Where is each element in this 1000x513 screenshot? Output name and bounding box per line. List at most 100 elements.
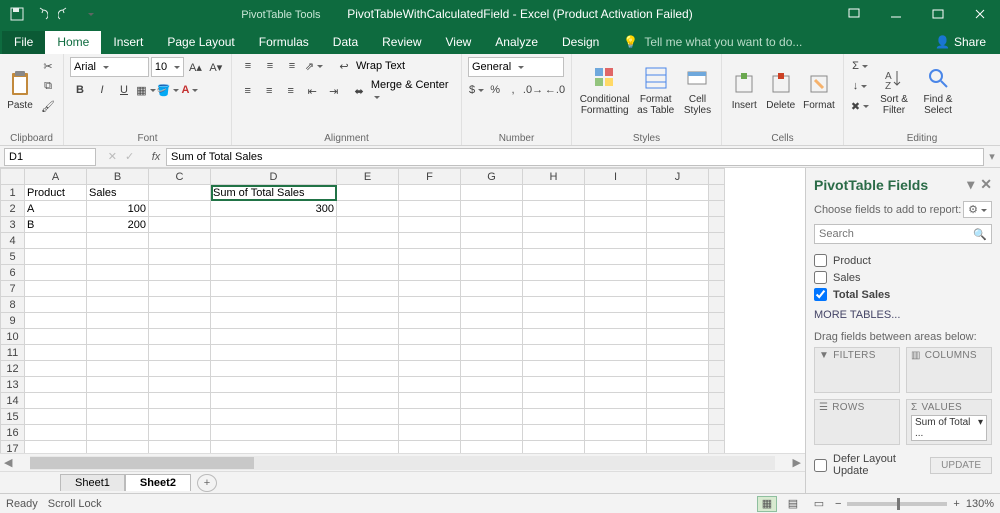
cell-B16[interactable] [87,425,149,441]
cell-D15[interactable] [211,409,337,425]
row-header-10[interactable]: 10 [1,329,25,345]
cell-E16[interactable] [337,425,399,441]
select-all-cell[interactable] [1,169,25,185]
cell-F9[interactable] [399,313,461,329]
cell-A3[interactable]: B [25,217,87,233]
cut-icon[interactable]: ✂ [38,57,58,75]
column-header-F[interactable]: F [399,169,461,185]
cell-G6[interactable] [461,265,523,281]
cell-B6[interactable] [87,265,149,281]
save-icon[interactable] [6,3,28,25]
cell-H5[interactable] [523,249,585,265]
cell-F5[interactable] [399,249,461,265]
cell-E10[interactable] [337,329,399,345]
cell-E6[interactable] [337,265,399,281]
fill-icon[interactable]: ↓ [850,77,870,95]
increase-decimal-icon[interactable]: .0→ [523,81,543,99]
formula-input[interactable]: Sum of Total Sales [166,148,984,166]
cell-H3[interactable] [523,217,585,233]
row-header-11[interactable]: 11 [1,345,25,361]
cell-G2[interactable] [461,201,523,217]
cell-E5[interactable] [337,249,399,265]
cell-J9[interactable] [647,313,709,329]
cell-G1[interactable] [461,185,523,201]
cell-F2[interactable] [399,201,461,217]
cell-C5[interactable] [149,249,211,265]
cell-B4[interactable] [87,233,149,249]
cell-F11[interactable] [399,345,461,361]
cell-A13[interactable] [25,377,87,393]
cell-D12[interactable] [211,361,337,377]
tools-gear-icon[interactable]: ⚙ [963,201,992,218]
delete-cells-button[interactable]: Delete [764,57,796,123]
cell-I16[interactable] [585,425,647,441]
close-icon[interactable] [960,0,1000,28]
cell-I15[interactable] [585,409,647,425]
cell-B14[interactable] [87,393,149,409]
tab-analyze[interactable]: Analyze [483,31,550,54]
merge-center-button[interactable]: Merge & Center [371,79,455,103]
share-button[interactable]: 👤 Share [923,31,1000,54]
cell-A8[interactable] [25,297,87,313]
font-color-icon[interactable]: A [180,81,200,99]
tab-insert[interactable]: Insert [101,31,155,54]
zoom-slider[interactable] [847,502,947,506]
redo-icon[interactable] [54,3,76,25]
increase-indent-icon[interactable]: ⇥ [324,82,343,100]
cell-J13[interactable] [647,377,709,393]
cell-E4[interactable] [337,233,399,249]
columns-area[interactable]: ▥COLUMNS [906,347,992,393]
column-header-C[interactable]: C [149,169,211,185]
cell-E17[interactable] [337,441,399,454]
column-header-B[interactable]: B [87,169,149,185]
cell-I2[interactable] [585,201,647,217]
cell-A7[interactable] [25,281,87,297]
comma-icon[interactable]: , [505,81,521,99]
cell-C4[interactable] [149,233,211,249]
cell-H6[interactable] [523,265,585,281]
cell-B15[interactable] [87,409,149,425]
cell-F8[interactable] [399,297,461,313]
cell-A6[interactable] [25,265,87,281]
cell-G16[interactable] [461,425,523,441]
cell-B3[interactable]: 200 [87,217,149,233]
cell-H4[interactable] [523,233,585,249]
cell-I6[interactable] [585,265,647,281]
row-header-17[interactable]: 17 [1,441,25,454]
cell-C2[interactable] [149,201,211,217]
cell-B2[interactable]: 100 [87,201,149,217]
cell-J8[interactable] [647,297,709,313]
cell-I12[interactable] [585,361,647,377]
sheet-tab-sheet2[interactable]: Sheet2 [125,474,191,491]
cell-F4[interactable] [399,233,461,249]
cell-E12[interactable] [337,361,399,377]
cell-I1[interactable] [585,185,647,201]
cell-H2[interactable] [523,201,585,217]
cell-H9[interactable] [523,313,585,329]
cell-H12[interactable] [523,361,585,377]
cell-J7[interactable] [647,281,709,297]
update-button[interactable]: UPDATE [930,457,992,474]
cell-H15[interactable] [523,409,585,425]
pane-close-icon[interactable]: ✕ [980,176,992,193]
font-name-combo[interactable]: Arial [70,57,149,77]
cell-F17[interactable] [399,441,461,454]
cell-J10[interactable] [647,329,709,345]
cell-F6[interactable] [399,265,461,281]
field-checkbox[interactable] [814,271,827,284]
decrease-font-icon[interactable]: A▾ [207,58,225,76]
row-header-5[interactable]: 5 [1,249,25,265]
tab-design[interactable]: Design [550,31,611,54]
orientation-icon[interactable]: ⇗ [304,57,324,75]
fields-search-input[interactable]: 🔍 [814,224,992,244]
field-total-sales[interactable]: Total Sales [814,286,992,303]
cell-J3[interactable] [647,217,709,233]
filters-area[interactable]: ▼FILTERS [814,347,900,393]
field-product[interactable]: Product [814,252,992,269]
expand-formula-bar-icon[interactable]: ▾ [984,150,1000,163]
increase-font-icon[interactable]: A▴ [186,58,204,76]
cell-I13[interactable] [585,377,647,393]
minimize-icon[interactable] [876,0,916,28]
conditional-formatting-button[interactable]: Conditional Formatting [578,57,631,123]
row-header-15[interactable]: 15 [1,409,25,425]
